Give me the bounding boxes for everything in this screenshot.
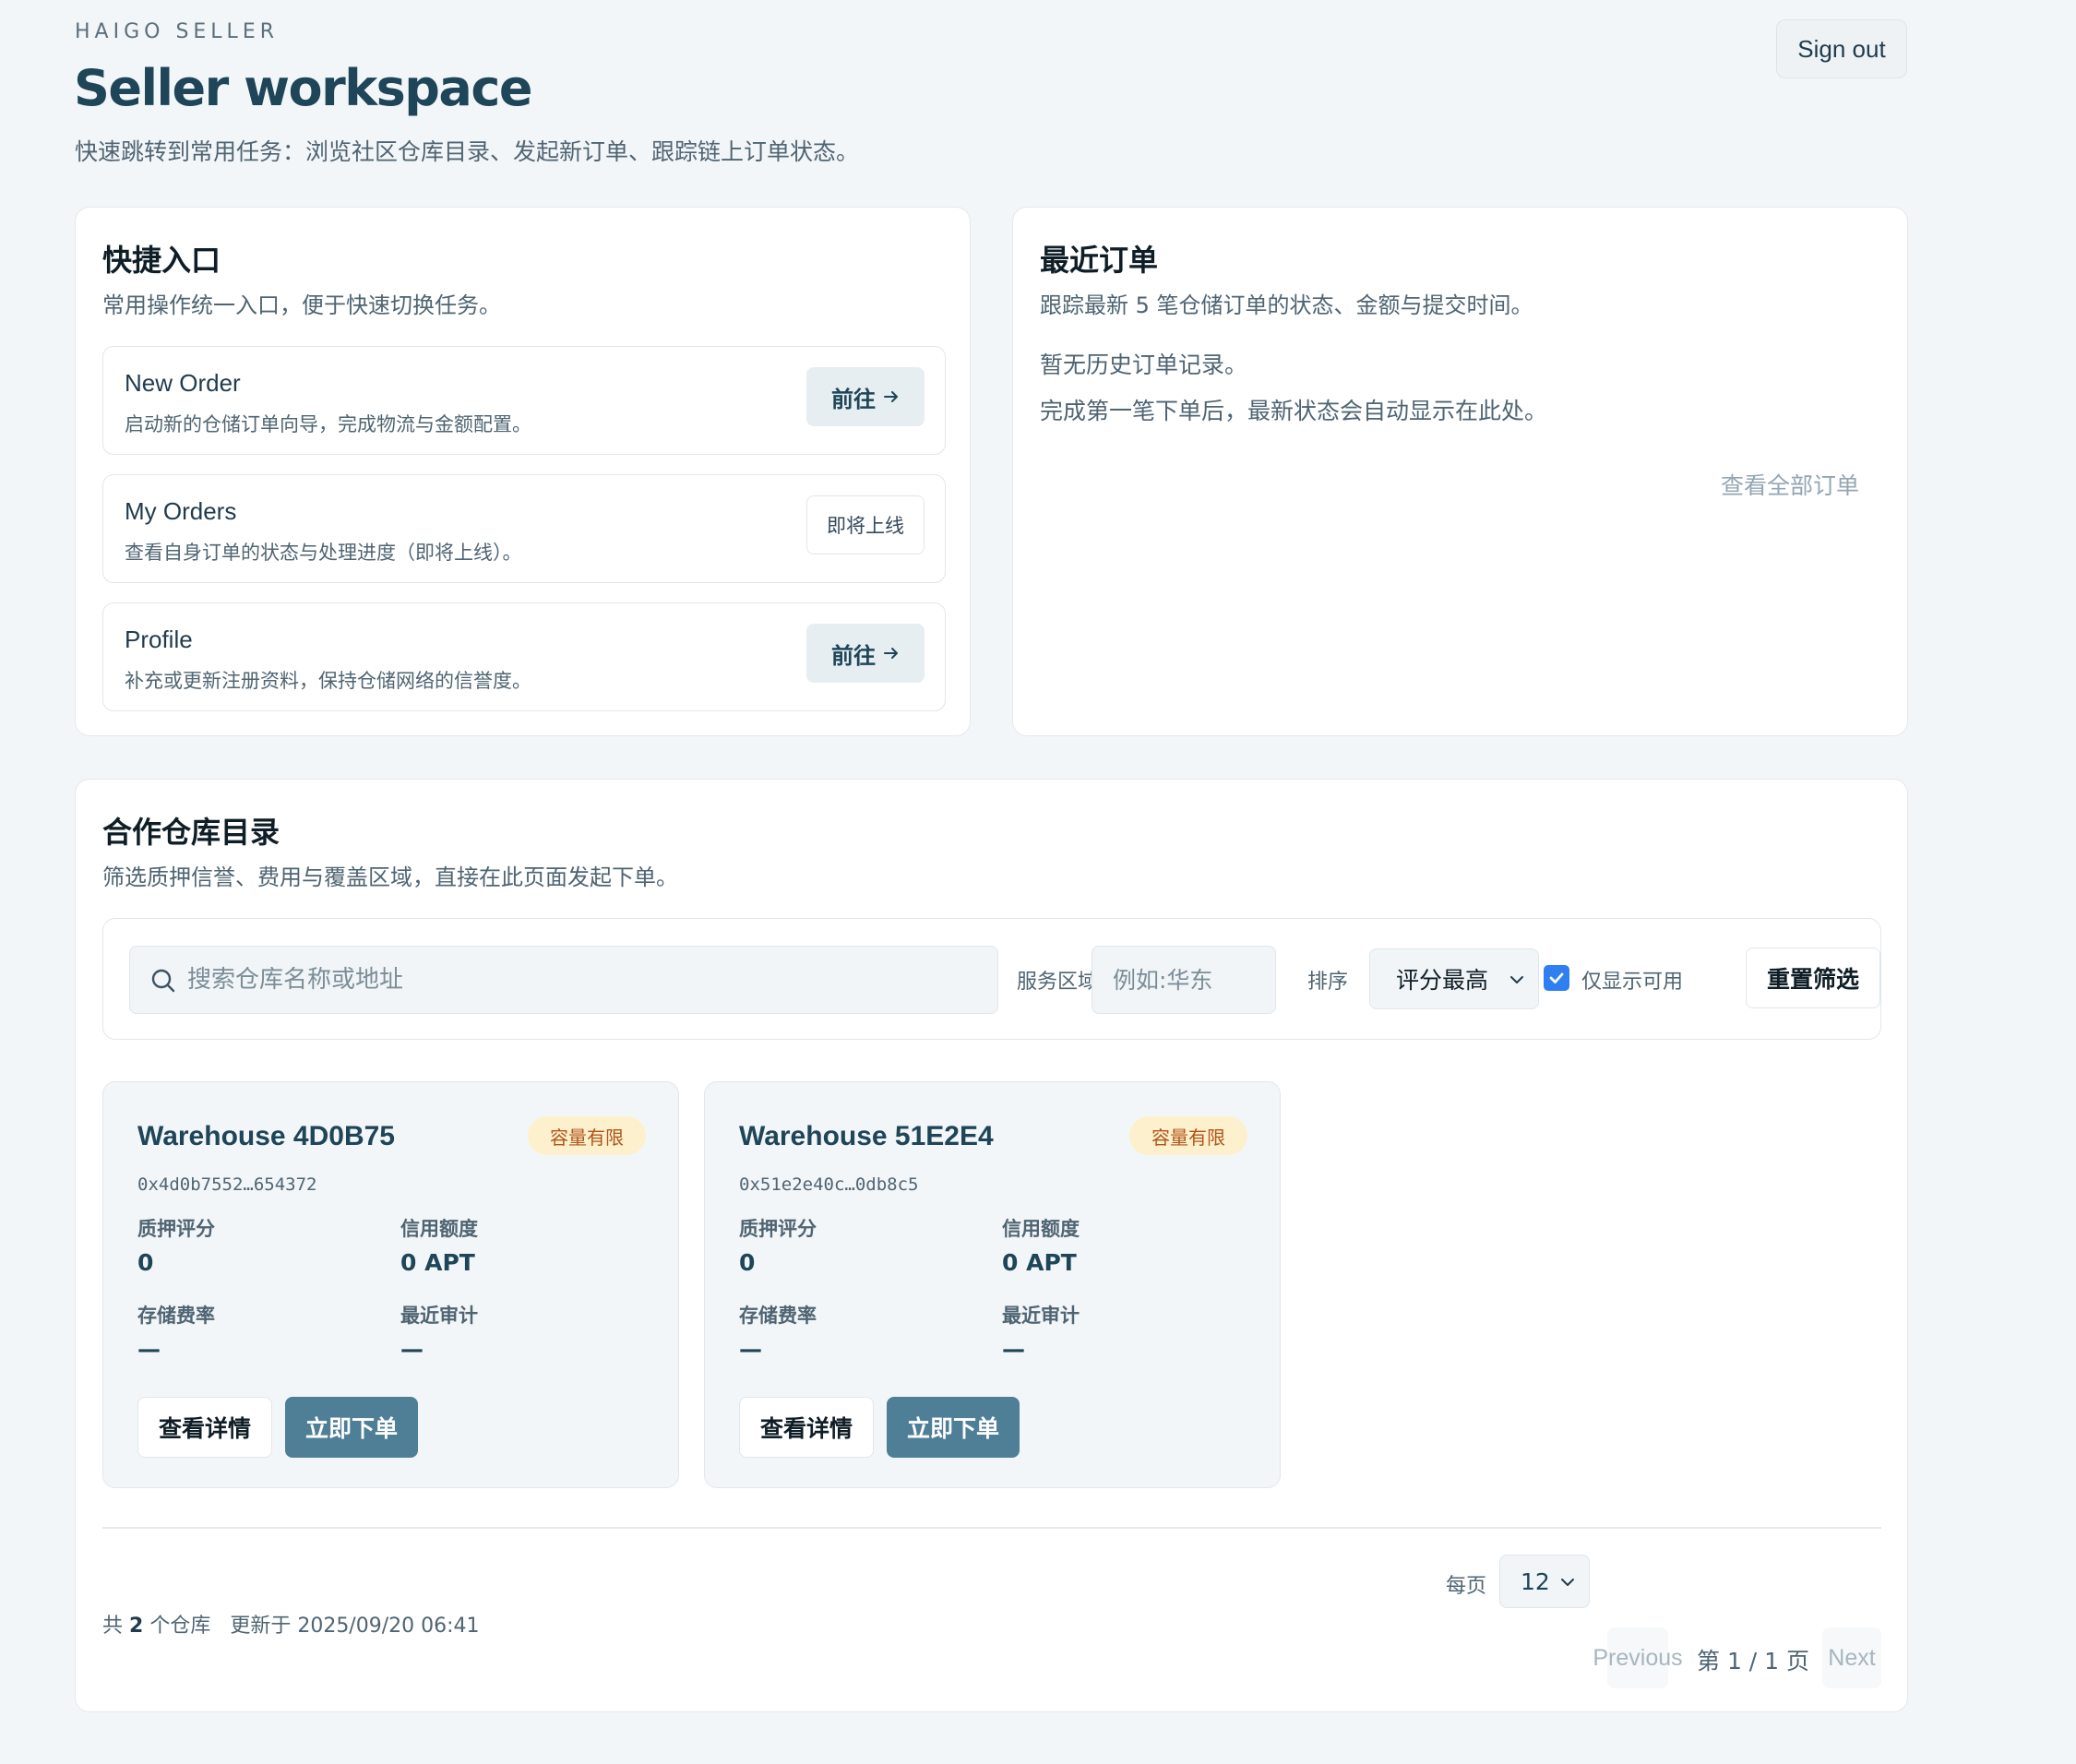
credit-limit-value: 0 APT bbox=[1002, 1249, 1077, 1276]
sort-select[interactable]: 评分最高 bbox=[1369, 948, 1539, 1009]
quick-item-new-order: New Order 启动新的仓储订单向导，完成物流与金额配置。 前往 bbox=[102, 346, 946, 455]
recent-orders-desc: 跟踪最新 5 笔仓储订单的状态、金额与提交时间。 bbox=[1040, 292, 1533, 318]
quick-item-title: Profile bbox=[125, 626, 193, 653]
quick-entry-desc: 常用操作统一入口，便于快速切换任务。 bbox=[102, 292, 501, 318]
last-audit-label: 最近审计 bbox=[400, 1305, 478, 1327]
recent-orders-card: 最近订单 跟踪最新 5 笔仓储订单的状态、金额与提交时间。 暂无历史订单记录。 … bbox=[1012, 207, 1908, 736]
capacity-badge: 容量有限 bbox=[528, 1116, 646, 1155]
arrow-right-icon bbox=[884, 648, 898, 659]
arrow-right-icon bbox=[884, 391, 898, 402]
quick-item-title: My Orders bbox=[125, 497, 237, 525]
region-label: 服务区域 bbox=[1017, 971, 1099, 994]
empty-state-line1: 暂无历史订单记录。 bbox=[1040, 352, 1248, 378]
quick-item-my-orders: My Orders 查看自身订单的状态与处理进度（即将上线）。 即将上线 bbox=[102, 474, 946, 583]
storage-fee-value: — bbox=[739, 1336, 762, 1363]
next-label: Next bbox=[1828, 1644, 1876, 1671]
quick-item-title: New Order bbox=[125, 369, 241, 397]
warehouse-name: Warehouse 4D0B75 bbox=[137, 1121, 395, 1151]
chevron-down-icon bbox=[1561, 1579, 1574, 1586]
previous-label: Previous bbox=[1593, 1644, 1683, 1671]
divider bbox=[102, 1527, 1881, 1529]
per-page-label: 每页 bbox=[1446, 1575, 1487, 1598]
total-count: 2 bbox=[129, 1615, 144, 1638]
go-new-order-button[interactable]: 前往 bbox=[806, 367, 925, 426]
warehouse-catalog-card: 合作仓库目录 筛选质押信誉、费用与覆盖区域，直接在此页面发起下单。 服务区域 排… bbox=[75, 779, 1908, 1712]
go-profile-button[interactable]: 前往 bbox=[806, 624, 925, 683]
go-button-label: 前往 bbox=[831, 386, 876, 412]
order-now-button[interactable]: 立即下单 bbox=[887, 1397, 1020, 1458]
last-audit-value: — bbox=[1002, 1336, 1025, 1363]
warehouse-address: 0x4d0b7552…654372 bbox=[137, 1174, 317, 1195]
per-page-value: 12 bbox=[1521, 1567, 1550, 1595]
credit-limit-value: 0 APT bbox=[400, 1249, 475, 1276]
go-button-label: 前往 bbox=[831, 642, 876, 669]
warehouse-address: 0x51e2e40c…0db8c5 bbox=[739, 1174, 919, 1195]
search-icon bbox=[151, 969, 175, 993]
reset-filters-button[interactable]: 重置筛选 bbox=[1746, 948, 1880, 1008]
stake-score-value: 0 bbox=[137, 1249, 154, 1276]
page-subtitle: 快速跳转到常用任务：浏览社区仓库目录、发起新订单、跟踪链上订单状态。 bbox=[75, 138, 860, 165]
region-field[interactable] bbox=[1092, 946, 1276, 1014]
quick-item-profile: Profile 补充或更新注册资料，保持仓储网络的信誉度。 前往 bbox=[102, 602, 946, 711]
total-suffix: 个仓库 bbox=[149, 1615, 211, 1638]
region-input[interactable] bbox=[1092, 947, 1275, 1013]
sign-out-button[interactable]: Sign out bbox=[1776, 19, 1907, 78]
catalog-summary: 共 2 个仓库 更新于 2025/09/20 06:41 bbox=[102, 1609, 480, 1639]
previous-page-button[interactable]: Previous bbox=[1593, 1627, 1683, 1688]
per-page-select[interactable]: 12 bbox=[1499, 1555, 1590, 1608]
stake-score-value: 0 bbox=[739, 1249, 756, 1276]
search-input[interactable] bbox=[187, 947, 981, 1013]
catalog-title: 合作仓库目录 bbox=[102, 815, 280, 850]
storage-fee-value: — bbox=[137, 1336, 161, 1363]
warehouse-name: Warehouse 51E2E4 bbox=[739, 1121, 994, 1151]
last-audit-value: — bbox=[400, 1336, 424, 1363]
quick-item-desc: 查看自身订单的状态与处理进度（即将上线）。 bbox=[125, 542, 522, 564]
recent-orders-title: 最近订单 bbox=[1040, 243, 1159, 278]
coming-soon-button: 即将上线 bbox=[806, 495, 925, 554]
empty-state-line2: 完成第一笔下单后，最新状态会自动显示在此处。 bbox=[1040, 398, 1548, 424]
credit-limit-label: 信用额度 bbox=[1002, 1218, 1080, 1240]
brand-label: HAIGO SELLER bbox=[75, 20, 280, 43]
total-prefix: 共 bbox=[102, 1615, 124, 1638]
next-page-button[interactable]: Next bbox=[1822, 1627, 1881, 1688]
quick-entry-title: 快捷入口 bbox=[102, 243, 221, 278]
warehouse-card: Warehouse 51E2E4 容量有限 0x51e2e40c…0db8c5 … bbox=[704, 1081, 1281, 1488]
catalog-desc: 筛选质押信誉、费用与覆盖区域，直接在此页面发起下单。 bbox=[102, 864, 678, 890]
updated-timestamp: 更新于 2025/09/20 06:41 bbox=[230, 1615, 480, 1638]
storage-fee-label: 存储费率 bbox=[137, 1305, 215, 1327]
view-all-orders-link[interactable]: 查看全部订单 bbox=[1721, 468, 1859, 501]
sort-value: 评分最高 bbox=[1396, 967, 1489, 994]
quick-entry-card: 快捷入口 常用操作统一入口，便于快速切换任务。 New Order 启动新的仓储… bbox=[75, 207, 971, 736]
sort-label: 排序 bbox=[1307, 971, 1349, 994]
warehouse-card: Warehouse 4D0B75 容量有限 0x4d0b7552…654372 … bbox=[102, 1081, 679, 1488]
available-only-label: 仅显示可用 bbox=[1581, 971, 1684, 994]
page-title: Seller workspace bbox=[74, 59, 533, 117]
order-now-button[interactable]: 立即下单 bbox=[285, 1397, 418, 1458]
quick-item-desc: 启动新的仓储订单向导，完成物流与金额配置。 bbox=[125, 413, 531, 435]
page-indicator: 第 1 / 1 页 bbox=[1697, 1648, 1810, 1675]
checkmark-icon bbox=[1549, 972, 1564, 983]
view-details-button[interactable]: 查看详情 bbox=[739, 1397, 874, 1458]
credit-limit-label: 信用额度 bbox=[400, 1218, 478, 1240]
storage-fee-label: 存储费率 bbox=[739, 1305, 817, 1327]
view-details-button[interactable]: 查看详情 bbox=[137, 1397, 272, 1458]
stake-score-label: 质押评分 bbox=[137, 1218, 215, 1240]
last-audit-label: 最近审计 bbox=[1002, 1305, 1080, 1327]
quick-item-desc: 补充或更新注册资料，保持仓储网络的信誉度。 bbox=[125, 670, 531, 692]
available-only-checkbox[interactable] bbox=[1544, 965, 1569, 991]
stake-score-label: 质押评分 bbox=[739, 1218, 817, 1240]
capacity-badge: 容量有限 bbox=[1129, 1116, 1247, 1155]
search-field[interactable] bbox=[129, 946, 998, 1014]
chevron-down-icon bbox=[1510, 976, 1523, 983]
filter-bar: 服务区域 排序 评分最高 仅显示可用 重置筛选 bbox=[102, 918, 1881, 1040]
